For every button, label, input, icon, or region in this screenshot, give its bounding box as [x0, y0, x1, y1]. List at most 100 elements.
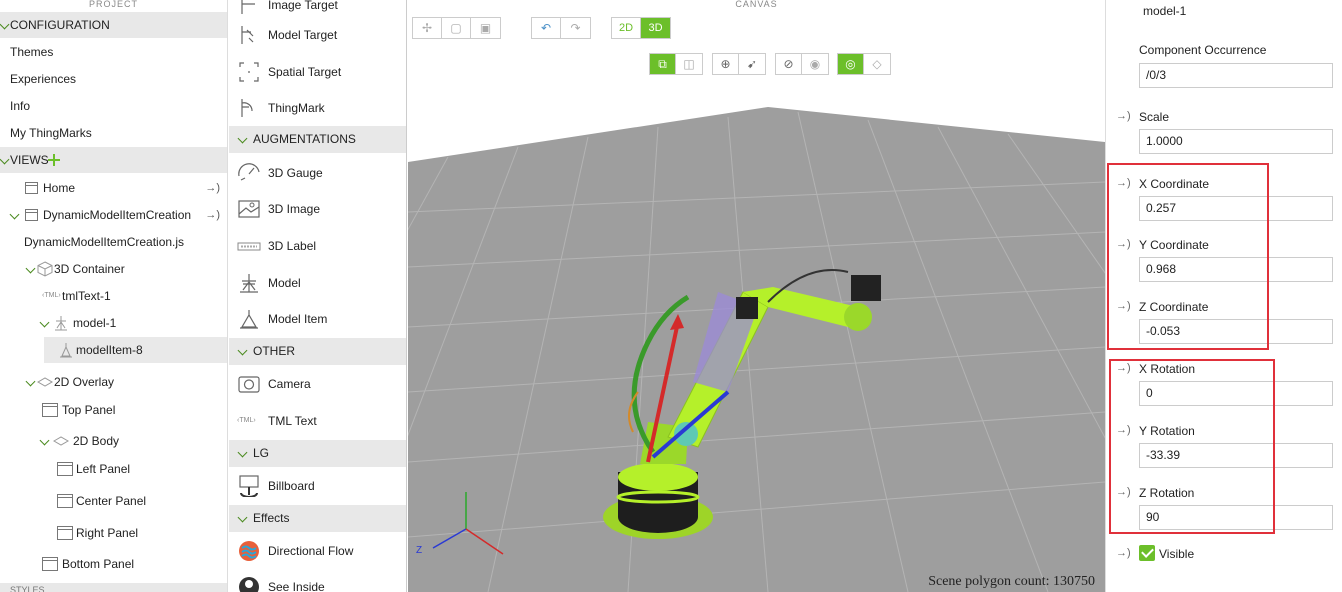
widget-3d-gauge[interactable]: 3D Gauge [229, 155, 406, 191]
bounds-icon: ◇ [872, 57, 882, 71]
chevron-down-icon [237, 447, 248, 458]
model-target-icon [241, 26, 254, 44]
widget-billboard[interactable]: Billboard [229, 468, 406, 504]
navigate-arrow-icon[interactable]: →) [205, 202, 220, 228]
chevron-down-icon[interactable] [25, 263, 36, 274]
zoom-button[interactable]: ⊕ [713, 54, 739, 74]
directional-flow-icon [239, 541, 259, 561]
widget-see-inside[interactable]: See Inside [229, 569, 406, 592]
mode-3d-button[interactable]: 3D [641, 18, 670, 38]
view-mode-toggle: 2D 3D [611, 17, 671, 39]
3d-viewport[interactable]: Z [408, 92, 1105, 592]
visible-checkbox[interactable] [1139, 545, 1155, 561]
tree-item-dynamic-js[interactable]: DynamicModelItemCreation.js [0, 229, 227, 255]
section-configuration[interactable]: CONFIGURATION [0, 12, 227, 38]
copy-button[interactable]: ▢ [442, 18, 471, 38]
transform-button[interactable]: ✢ [413, 18, 442, 38]
add-view-icon[interactable] [48, 154, 60, 166]
widget-spatial-target[interactable]: Spatial Target [229, 54, 406, 90]
section-styles[interactable]: STYLES [0, 583, 227, 592]
chevron-down-icon [237, 512, 248, 523]
section-views[interactable]: VIEWS [0, 147, 227, 173]
component-occurrence-input[interactable]: /0/3 [1139, 63, 1333, 88]
chevron-down-icon[interactable] [9, 209, 20, 220]
section-augmentations[interactable]: AUGMENTATIONS [229, 126, 406, 153]
tree-item-bottom-panel[interactable]: Bottom Panel [0, 551, 227, 577]
panel-icon [57, 526, 73, 540]
panel-icon [57, 462, 73, 476]
undo-button[interactable]: ↶ [532, 18, 561, 38]
overlay-icon [37, 377, 53, 387]
widget-tml-text[interactable]: ‹TML› TML Text [229, 403, 406, 439]
copy-icon: ▢ [450, 21, 462, 35]
tree-item-home[interactable]: Home →) [0, 175, 227, 201]
show-button[interactable]: ◉ [802, 54, 828, 74]
redo-button[interactable]: ↷ [561, 18, 590, 38]
properties-panel: model-1 Component Occurrence /0/3 →) Sca… [1105, 0, 1342, 592]
fit-button[interactable]: ◫ [676, 54, 702, 74]
widget-directional-flow[interactable]: Directional Flow [229, 533, 406, 569]
binding-arrow-icon[interactable]: →) [1116, 547, 1131, 559]
widget-3d-label[interactable]: 3D Label [229, 228, 406, 264]
zoom-toolbar: ⊕ ➹ [712, 53, 766, 75]
chevron-down-icon[interactable] [25, 376, 36, 387]
binding-arrow-icon[interactable]: →) [1116, 110, 1131, 122]
config-item-info[interactable]: Info [0, 93, 227, 119]
chevron-down-icon[interactable] [39, 317, 50, 328]
config-item-experiences[interactable]: Experiences [0, 66, 227, 92]
tree-item-2d-overlay[interactable]: 2D Overlay [0, 369, 227, 395]
tree-item-center-panel[interactable]: Center Panel [0, 488, 227, 514]
image-target-icon [241, 0, 255, 14]
project-header: PROJECT [88, 0, 138, 9]
floor-plane [408, 107, 1105, 592]
tree-item-tml-text[interactable]: ‹TML› tmlText-1 [0, 283, 227, 309]
see-inside-icon [239, 577, 259, 592]
tree-item-right-panel[interactable]: Right Panel [0, 520, 227, 546]
gizmo-button[interactable]: ◎ [838, 54, 864, 74]
section-effects[interactable]: Effects [229, 505, 406, 532]
scale-input[interactable]: 1.0000 [1139, 129, 1333, 154]
paste-button[interactable]: ▣ [471, 18, 500, 38]
label-icon [237, 242, 261, 251]
section-other[interactable]: OTHER [229, 338, 406, 365]
cursor-icon: ➹ [746, 57, 758, 71]
cube-icon [37, 261, 53, 277]
widget-model-target[interactable]: Model Target [229, 17, 406, 53]
section-label: VIEWS [10, 153, 49, 167]
tree-item-top-panel[interactable]: Top Panel [0, 397, 227, 423]
widget-model-item[interactable]: Model Item [229, 301, 406, 337]
config-item-themes[interactable]: Themes [0, 39, 227, 65]
rotations-highlight [1109, 359, 1275, 534]
navigate-arrow-icon[interactable]: →) [205, 175, 220, 201]
polygon-count: Scene polygon count: 130750 [928, 574, 1095, 589]
coordinates-highlight [1107, 163, 1269, 350]
orbit-button[interactable]: ⧉ [650, 54, 676, 74]
hide-button[interactable]: ⊘ [776, 54, 802, 74]
edit-toolbar: ✢ ▢ ▣ [412, 17, 501, 39]
tree-item-left-panel[interactable]: Left Panel [0, 456, 227, 482]
chevron-down-icon [237, 345, 248, 356]
model-icon [240, 274, 258, 293]
tree-item-2d-body[interactable]: 2D Body [0, 428, 227, 454]
tree-item-model-item[interactable]: modelItem-8 [44, 337, 227, 363]
widget-palette: Image Target Model Target Spatial Target… [229, 0, 407, 592]
section-lg[interactable]: LG [229, 440, 406, 467]
gizmo-icon: ◎ [845, 57, 856, 71]
undo-icon: ↶ [540, 21, 552, 35]
chevron-down-icon[interactable] [39, 435, 50, 446]
mode-2d-button[interactable]: 2D [612, 18, 641, 38]
canvas-title: CANVAS [735, 0, 778, 9]
bounds-button[interactable]: ◇ [864, 54, 890, 74]
select-zoom-button[interactable]: ➹ [739, 54, 765, 74]
transform-icon: ✢ [421, 21, 433, 35]
widget-model[interactable]: Model [229, 265, 406, 301]
cube-icon: ⧉ [658, 56, 667, 71]
widget-3d-image[interactable]: 3D Image [229, 191, 406, 227]
config-item-my-thingmarks[interactable]: My ThingMarks [0, 120, 227, 146]
widget-thingmark[interactable]: ThingMark [229, 90, 406, 126]
tree-item-3d-container[interactable]: 3D Container [0, 256, 227, 282]
tree-item-dynamic-view[interactable]: DynamicModelItemCreation →) [0, 202, 227, 228]
widget-camera[interactable]: Camera [229, 366, 406, 402]
tree-item-model[interactable]: model-1 [0, 310, 227, 336]
billboard-icon [239, 475, 259, 497]
